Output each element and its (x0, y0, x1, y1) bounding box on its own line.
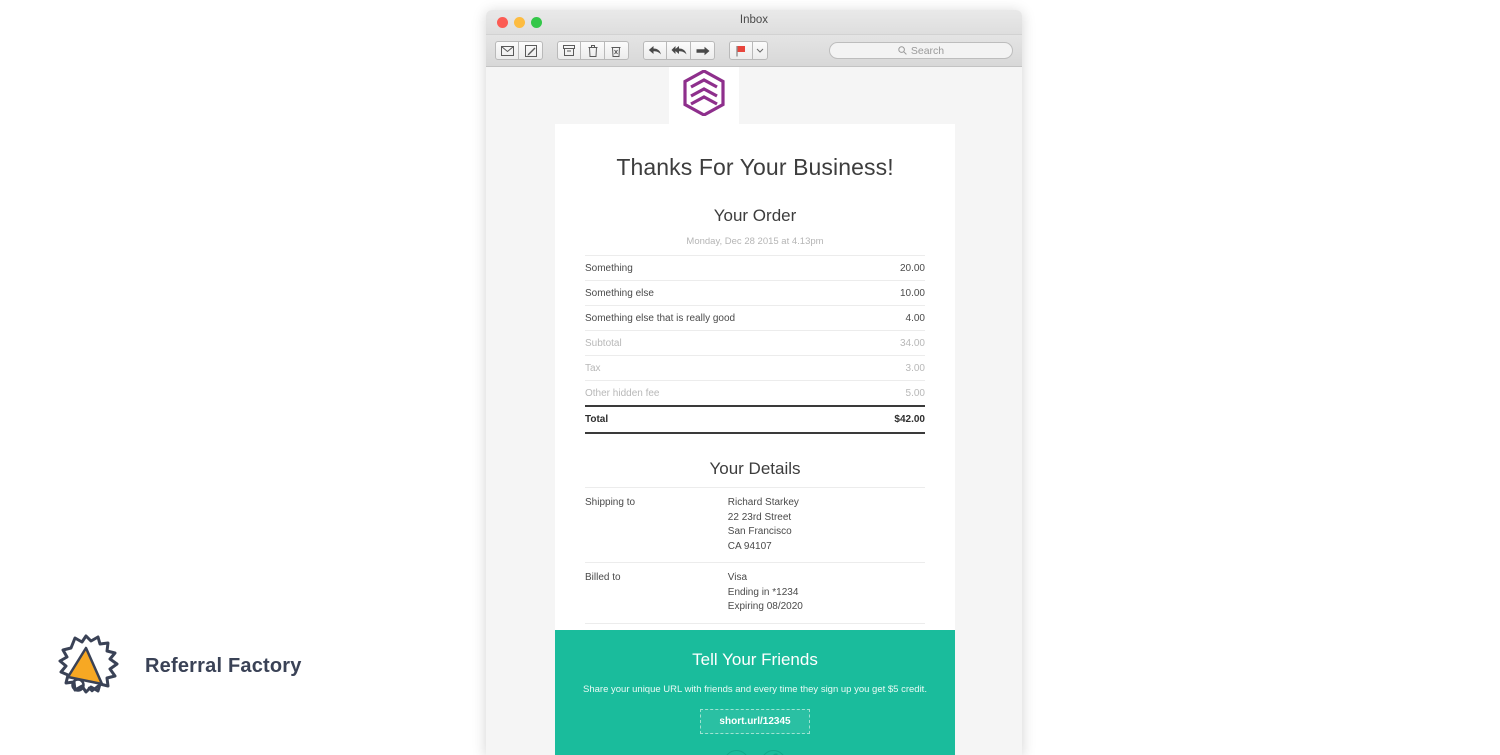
flag-button[interactable] (729, 41, 753, 60)
email-logo-tile (669, 67, 739, 124)
search-icon (898, 42, 907, 60)
toolbar-group-file (557, 41, 629, 60)
delete-icon (588, 44, 598, 57)
order-item-amount: 5.00 (867, 380, 925, 407)
chevron-down-icon (756, 48, 764, 53)
archive-icon (563, 45, 575, 56)
order-row: Subtotal 34.00 (585, 330, 925, 356)
order-item-amount: 34.00 (867, 330, 925, 356)
flag-options-button[interactable] (753, 41, 768, 60)
brand-name: Referral Factory (145, 655, 302, 677)
referral-url-box[interactable]: short.url/12345 (700, 708, 810, 734)
toolbar-group-reply (643, 41, 715, 60)
junk-button[interactable] (605, 41, 629, 60)
email-headline: Thanks For Your Business! (616, 154, 894, 180)
detail-row: Shipping to Richard Starkey 22 23rd Street… (585, 487, 925, 563)
order-row: Other hidden fee 5.00 (585, 380, 925, 407)
search-input[interactable]: Search (829, 42, 1013, 59)
order-item-label: Tax (585, 355, 868, 381)
forward-icon (696, 46, 710, 56)
details-table: Shipping to Richard Starkey 22 23rd Street… (585, 487, 925, 624)
detail-row-value: Visa Ending in *1234 Expiring 08/2020 (727, 562, 925, 624)
reply-all-button[interactable] (667, 41, 691, 60)
mark-unread-button[interactable] (495, 41, 519, 60)
email-canvas: Thanks For Your Business! Your Order Mon… (486, 67, 1022, 755)
mail-toolbar: Search (486, 35, 1022, 67)
junk-icon (611, 45, 622, 57)
email-content-card: Thanks For Your Business! Your Order Mon… (555, 124, 955, 755)
megaphone-burst-logo-icon (55, 628, 127, 705)
reply-all-icon (671, 45, 687, 56)
order-item-amount: 20.00 (867, 255, 925, 281)
referral-block: Tell Your Friends Share your unique URL … (555, 629, 955, 755)
order-total-row: Total $42.00 (585, 405, 925, 434)
order-item-label: Something else (585, 280, 868, 306)
order-date: Monday, Dec 28 2015 at 4.13pm (686, 236, 824, 247)
forward-button[interactable] (691, 41, 715, 60)
order-item-label: Something (585, 255, 868, 281)
order-item-amount: 4.00 (867, 305, 925, 331)
order-total-amount: $42.00 (867, 405, 925, 434)
delete-button[interactable] (581, 41, 605, 60)
referral-title: Tell Your Friends (692, 649, 818, 669)
reply-button[interactable] (643, 41, 667, 60)
detail-row-label: Shipping to (585, 487, 728, 563)
reply-icon (648, 45, 662, 56)
search-placeholder: Search (910, 44, 945, 57)
detail-row-value: Richard Starkey 22 23rd Street San Francis… (727, 487, 925, 563)
order-row: Something 20.00 (585, 255, 925, 281)
flag-icon (735, 45, 747, 57)
order-item-amount: 3.00 (867, 355, 925, 381)
mark-unread-icon (500, 45, 514, 56)
toolbar-group-flag (729, 41, 768, 60)
facebook-link[interactable] (761, 749, 786, 755)
order-table: Something 20.00 Something else 10.00 Somethi… (585, 255, 925, 434)
window-title: Inbox (739, 14, 769, 26)
mail-window: Inbox Search Thanks For Your Business! Y… (486, 10, 1022, 755)
detail-row: Billed to Visa Ending in *1234 Expiring 08/… (585, 562, 925, 624)
compose-button[interactable] (519, 41, 543, 60)
archive-button[interactable] (557, 41, 581, 60)
order-item-label: Other hidden fee (585, 380, 868, 407)
order-item-amount: 10.00 (867, 280, 925, 306)
order-item-label: Subtotal (585, 330, 868, 356)
order-row: Tax 3.00 (585, 355, 925, 381)
window-titlebar: Inbox (486, 10, 1022, 35)
toolbar-group-message (495, 41, 543, 60)
compose-icon (524, 44, 537, 57)
referral-factory-branding: Referral Factory (55, 628, 302, 705)
order-total-label: Total (585, 405, 868, 434)
detail-row-label: Billed to (585, 562, 728, 624)
social-links (579, 749, 931, 755)
order-item-label: Something else that is really good (585, 305, 868, 331)
order-row: Something else 10.00 (585, 280, 925, 306)
order-section-title: Your Order (713, 206, 797, 225)
order-row: Something else that is really good 4.00 (585, 305, 925, 331)
details-section-title: Your Details (709, 459, 801, 478)
hexagon-logo-icon (683, 69, 725, 121)
twitter-link[interactable] (724, 749, 749, 755)
referral-description: Share your unique URL with friends and e… (583, 683, 927, 695)
